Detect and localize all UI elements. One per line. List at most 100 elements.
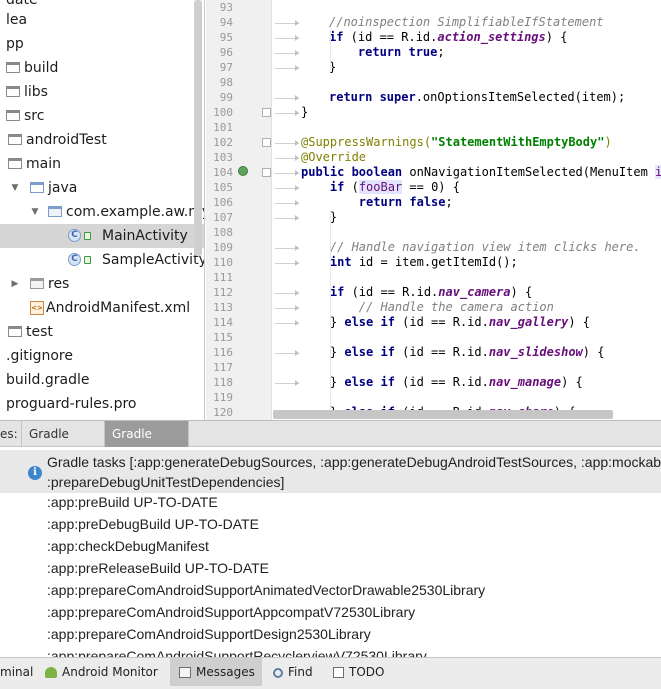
- implements-marker-icon[interactable]: [238, 166, 248, 176]
- editor-horizontal-scrollbar[interactable]: [273, 410, 613, 419]
- tab-marker: [275, 50, 299, 56]
- tree-item[interactable]: test: [0, 320, 204, 344]
- lock-icon: [84, 256, 91, 264]
- fold-marker-icon[interactable]: [262, 108, 271, 117]
- code-line[interactable]: if (fooBar == 0) {: [301, 180, 460, 195]
- line-number: 115: [213, 331, 233, 344]
- code-token: if: [329, 180, 345, 194]
- code-line[interactable]: //noinspection SimplifiableIfStatement: [329, 15, 604, 30]
- list-item[interactable]: :app:preDebugBuild UP-TO-DATE: [47, 513, 259, 535]
- tab-marker: [275, 350, 299, 356]
- code-line[interactable]: int id = item.getItemId();: [301, 255, 518, 270]
- terminal-tab[interactable]: minal: [0, 658, 38, 686]
- code-token: public boolean: [301, 165, 403, 179]
- tree-scrollbar[interactable]: [194, 0, 202, 256]
- tree-item[interactable]: pp: [0, 32, 204, 56]
- code-token: ) {: [582, 345, 605, 359]
- tree-item[interactable]: lea: [0, 8, 204, 32]
- find-tab[interactable]: Find: [273, 658, 323, 686]
- code-token: ) {: [568, 315, 591, 329]
- code-line[interactable]: if (id == R.id.nav_camera) {: [301, 285, 532, 300]
- tree-item[interactable]: C MainActivity: [0, 224, 204, 248]
- tab-gradle-build[interactable]: Gradle Build: [105, 421, 189, 467]
- tree-item[interactable]: ▼ java: [0, 176, 204, 200]
- tree-item[interactable]: proguard-rules.pro: [0, 392, 204, 416]
- code-token: ) {: [545, 30, 568, 44]
- code-line[interactable]: }: [301, 105, 308, 120]
- expand-arrow-icon[interactable]: ▼: [10, 176, 20, 200]
- code-token: @SuppressWarnings(: [301, 135, 432, 149]
- code-token: .onOptionsItemSelected(item);: [415, 90, 626, 104]
- tree-item[interactable]: C SampleActivity: [0, 248, 204, 272]
- fold-marker-icon[interactable]: [262, 138, 271, 147]
- collapse-arrow-icon[interactable]: ▶: [10, 272, 20, 296]
- list-item[interactable]: :app:preBuild UP-TO-DATE: [47, 491, 218, 513]
- list-item[interactable]: :app:prepareComAndroidSupportDesign2530L…: [47, 623, 371, 645]
- list-item[interactable]: :app:checkDebugManifest: [47, 535, 209, 557]
- tool-window-bar: minal Android Monitor Messages Find TODO: [0, 657, 661, 689]
- expand-arrow-icon[interactable]: ▼: [30, 200, 40, 224]
- code-token: ite: [655, 165, 661, 179]
- code-token: "StatementWithEmptyBody": [431, 135, 605, 149]
- tree-item-label: build.gradle: [6, 372, 90, 388]
- tab-marker: [275, 290, 299, 296]
- tree-item[interactable]: .gitignore: [0, 344, 204, 368]
- tab-marker: [275, 185, 299, 191]
- line-number: 110: [213, 256, 233, 269]
- code-token: else if: [344, 375, 395, 389]
- tree-item[interactable]: <> AndroidManifest.xml: [0, 296, 204, 320]
- gradle-tasks-message[interactable]: i Gradle tasks [:app:generateDebugSource…: [0, 450, 661, 493]
- tree-item[interactable]: build.gradle: [0, 368, 204, 392]
- code-token: (: [344, 180, 359, 194]
- todo-tab[interactable]: TODO: [333, 658, 393, 686]
- code-line[interactable]: // Handle navigation view item clicks he…: [301, 240, 641, 255]
- code-line[interactable]: @Override: [301, 150, 366, 165]
- code-editor[interactable]: //noinspection SimplifiableIfStatement if…: [273, 0, 661, 420]
- tab-marker: [275, 155, 299, 161]
- tree-item[interactable]: src: [0, 104, 204, 128]
- code-token: return true: [357, 45, 438, 59]
- folder-icon: [30, 278, 44, 289]
- fold-marker-icon[interactable]: [262, 168, 271, 177]
- tab-marker: [275, 170, 299, 176]
- code-line[interactable]: return false;: [301, 195, 453, 210]
- android-monitor-tab[interactable]: Android Monitor: [45, 658, 165, 686]
- tree-item[interactable]: build: [0, 56, 204, 80]
- java-class-icon: C: [68, 253, 81, 266]
- code-token: ) {: [561, 375, 583, 389]
- code-line[interactable]: } else if (id == R.id.nav_gallery) {: [301, 315, 590, 330]
- line-number: 117: [213, 361, 233, 374]
- tab-gradle-sync[interactable]: Gradle Sync: [22, 421, 105, 467]
- code-line[interactable]: } else if (id == R.id.nav_manage) {: [301, 375, 583, 390]
- tree-item[interactable]: androidTest: [0, 128, 204, 152]
- list-item[interactable]: :app:prepareComAndroidSupportRecyclervie…: [47, 645, 427, 657]
- folder-icon: [8, 134, 22, 145]
- code-line[interactable]: return true;: [329, 45, 445, 60]
- tree-item[interactable]: ▼ com.example.aw.mya: [0, 200, 204, 224]
- tab-marker: [275, 95, 299, 101]
- code-line[interactable]: }: [301, 210, 337, 225]
- code-line[interactable]: public boolean onNavigationItemSelected(…: [301, 165, 661, 180]
- tab-marker: [275, 260, 299, 266]
- code-line[interactable]: if (id == R.id.action_settings) {: [329, 30, 567, 45]
- tab-partial[interactable]: es:: [0, 421, 22, 447]
- tree-item[interactable]: libs: [0, 80, 204, 104]
- code-line[interactable]: return super.onOptionsItemSelected(item)…: [329, 90, 625, 105]
- code-token: else if: [344, 315, 395, 329]
- list-item[interactable]: :app:prepareComAndroidSupportAppcompatV7…: [47, 601, 415, 623]
- code-line[interactable]: // Handle the camera action: [301, 300, 554, 315]
- messages-tab[interactable]: Messages: [170, 658, 262, 686]
- tree-item[interactable]: ▶ res: [0, 272, 204, 296]
- tree-item[interactable]: main: [0, 152, 204, 176]
- folder-icon: [30, 182, 44, 193]
- code-line[interactable]: @SuppressWarnings("StatementWithEmptyBod…: [301, 135, 612, 150]
- list-item[interactable]: :app:preReleaseBuild UP-TO-DATE: [47, 557, 269, 579]
- line-number: 113: [213, 301, 233, 314]
- xml-file-icon: <>: [30, 301, 44, 315]
- tree-item-label: pp: [6, 36, 24, 52]
- code-line[interactable]: } else if (id == R.id.nav_slideshow) {: [301, 345, 605, 360]
- list-item[interactable]: :app:prepareComAndroidSupportAnimatedVec…: [47, 579, 485, 601]
